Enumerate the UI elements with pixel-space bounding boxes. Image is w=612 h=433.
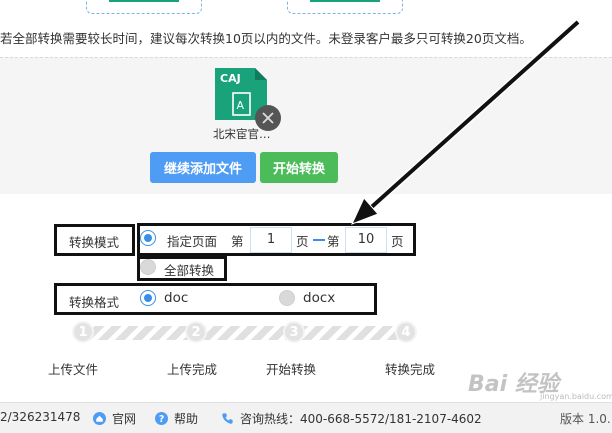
page-prefix-to: 第 [327, 234, 340, 249]
step-2-label: 上传完成 [167, 362, 218, 377]
file-glyph: A [237, 99, 245, 112]
footer-hotline: 咨询热线：400-668-5572/181-2107-4602 [221, 410, 482, 427]
page-suffix-label: 页 [391, 234, 404, 249]
footer-qq: 2/326231478 [0, 410, 81, 424]
step-1-label: 上传文件 [48, 362, 99, 377]
doc-option-label: doc [164, 290, 189, 306]
home-icon [93, 412, 106, 425]
step-1-dot: 1 [72, 321, 94, 343]
add-files-button[interactable]: 继续添加文件 [150, 152, 256, 183]
upload-box-right[interactable] [287, 0, 403, 14]
step-3-label: 开始转换 [266, 362, 317, 377]
upload-box-left-bar [109, 0, 179, 2]
hotline-text: 咨询热线：400-668-5572/181-2107-4602 [240, 412, 482, 426]
help-icon: ? [155, 412, 168, 425]
step-4-dot: 4 [395, 321, 417, 343]
all-pages-label: 全部转换 [164, 263, 215, 278]
file-name: 北宋宦官… [213, 127, 271, 141]
radio-doc[interactable] [140, 290, 156, 306]
svg-text:?: ? [159, 414, 164, 425]
page-mid-label: 页 [296, 234, 309, 249]
help-label: 帮助 [174, 412, 199, 426]
official-site-label: 官网 [112, 412, 137, 426]
radio-all-pages[interactable] [140, 259, 156, 275]
step-2-dot: 2 [185, 321, 207, 343]
step-3-dot: 3 [283, 321, 305, 343]
page-prefix-from: 第 [231, 234, 244, 249]
footer-bar: 2/326231478 官网 ? 帮助 咨询热线：400-668-5572/18… [0, 402, 612, 433]
watermark-url: jingyan.baidu.com [540, 392, 612, 401]
docx-option-label: docx [303, 290, 336, 306]
progress-track [78, 326, 408, 340]
footer-official-site-link[interactable]: 官网 [93, 410, 136, 427]
from-page-input[interactable]: 1 [250, 227, 292, 253]
phone-icon [222, 413, 233, 424]
start-convert-button[interactable]: 开始转换 [260, 152, 338, 183]
step-4-label: 转换完成 [385, 362, 436, 377]
specified-pages-label: 指定页面 [167, 234, 218, 249]
upload-box-left[interactable] [86, 0, 202, 14]
range-dash [313, 239, 325, 241]
format-label: 转换格式 [69, 295, 120, 310]
mode-label: 转换模式 [69, 235, 120, 250]
to-page-input[interactable]: 10 [345, 227, 387, 253]
footer-help-link[interactable]: ? 帮助 [155, 410, 198, 427]
version-label: 版本 1.0.1 [560, 412, 612, 426]
notice-text: 若全部转换需要较长时间，建议每次转换10页以内的文件。未登录客户最多只可转换20… [0, 31, 532, 46]
file-type-label: CAJ [220, 72, 241, 85]
radio-docx[interactable] [279, 290, 295, 306]
upload-box-right-bar [310, 0, 380, 2]
radio-specified-pages[interactable] [140, 230, 156, 246]
